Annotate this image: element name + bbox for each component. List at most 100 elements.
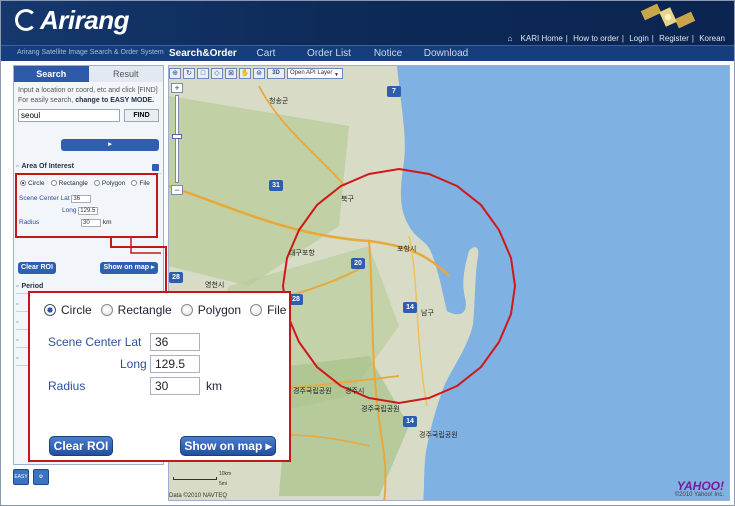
section-bullet-icon: ▫ [16, 163, 19, 170]
radio-file-label: File [267, 303, 287, 317]
scene-center-lat-label: Scene Center Lat [48, 335, 142, 349]
link-kari-home[interactable]: KARI Home [521, 34, 563, 43]
nav-tabs: Search&Order Cart Order List Notice Down… [169, 46, 477, 62]
zoom-plus-button[interactable]: + [171, 83, 183, 93]
home-icon: ⌂ [507, 34, 513, 43]
search-row: FIND [14, 106, 163, 125]
sidebar-tab-result[interactable]: Result [88, 66, 163, 82]
link-login[interactable]: Login [629, 34, 649, 43]
long-input[interactable] [150, 355, 200, 373]
search-instructions: Input a location or coord, etc and click… [14, 82, 163, 106]
find-button[interactable]: FIND [124, 109, 159, 122]
section-bullet-icon: ▫ [16, 283, 19, 290]
pan-hand-icon[interactable]: ✋ [239, 68, 251, 79]
radio-icon [100, 304, 113, 316]
tab-order-list[interactable]: Order List [297, 46, 361, 62]
small-clear-roi-button[interactable]: Clear ROI [18, 262, 56, 274]
route-shield: 31 [269, 180, 283, 191]
map-label: 대구포항 [289, 250, 315, 257]
map-label: 포항시 [397, 246, 417, 253]
map-credit: Data ©2010 NAVTEQ [169, 493, 228, 499]
show-on-map-button[interactable]: Show on map ▸ [180, 436, 276, 456]
small-show-on-map-label: Show on map [103, 264, 150, 271]
tab-download[interactable]: Download [415, 46, 477, 62]
arirang-logo[interactable]: Arirang [15, 5, 129, 36]
radio-circle-label: Circle [61, 303, 92, 317]
collapse-icon[interactable] [152, 164, 159, 171]
zoomed-roi-panel: Circle Rectangle Polygon File Scene Cent… [28, 291, 291, 462]
search-with-options-button[interactable]: ▸ [61, 139, 159, 151]
satellite-icon [640, 3, 696, 29]
section-bullet-icon: ▫ [16, 355, 19, 362]
radio-file[interactable]: File [250, 303, 286, 317]
measure-tool-icon[interactable]: ⊠ [225, 68, 237, 79]
long-label: Long [120, 357, 147, 371]
3d-button[interactable]: 3D [267, 68, 285, 79]
tools-icon[interactable]: ⚙ [33, 469, 49, 485]
lat-input[interactable] [150, 333, 200, 351]
map-label: 남구 [421, 310, 434, 317]
top-links: ⌂ KARI Home | How to order | Login | Regist… [507, 34, 725, 43]
tab-search-order[interactable]: Search&Order [169, 46, 237, 62]
instruction-line-1: Input a location or coord, etc and click… [18, 87, 158, 94]
app-window: Arirang ⌂ KARI Home | How to order | Login… [0, 0, 735, 506]
link-how-to-order[interactable]: How to order [573, 34, 619, 43]
layer-select[interactable]: Open API Layer ▼ [287, 68, 343, 79]
roi-shape-options: Circle Rectangle Polygon File [44, 303, 286, 317]
system-title: Arirang Satellite Image Search & Order S… [17, 49, 164, 56]
map-toolbar: ⊕ ↻ □ ◇ ⊠ ✋ ⊛ 3D Open API Layer ▼ [169, 68, 343, 79]
route-shield: 28 [169, 272, 183, 283]
area-of-interest-label: Area Of Interest [21, 163, 75, 170]
period-label: Period [21, 283, 44, 290]
route-shield: 7 [387, 86, 401, 97]
map-scale: 10km 5mi [173, 471, 231, 487]
map-label: 경주국립공원 [361, 406, 400, 413]
location-search-input[interactable] [18, 109, 120, 122]
radio-icon [180, 304, 193, 316]
callout-highlight-frame [15, 173, 158, 238]
radius-unit: km [206, 379, 222, 393]
zoom-knob[interactable] [172, 134, 182, 139]
route-shield: 14 [403, 416, 417, 427]
radio-rectangle[interactable]: Rectangle [100, 303, 172, 317]
map-label: 청송군 [269, 98, 289, 105]
rotate-tool-icon[interactable]: ↻ [183, 68, 195, 79]
radio-rectangle-label: Rectangle [117, 303, 172, 317]
radio-polygon-label: Polygon [197, 303, 242, 317]
scale-mi: 5mi [219, 481, 228, 487]
link-korean[interactable]: Korean [699, 34, 725, 43]
logo-text: Arirang [40, 5, 129, 35]
clear-roi-button[interactable]: Clear ROI [49, 436, 113, 456]
small-show-on-map-button[interactable]: Show on map ▸ [100, 262, 158, 274]
radius-label: Radius [48, 379, 86, 393]
easy-mode-link[interactable]: change to EASY MODE. [75, 97, 154, 104]
zoom-minus-button[interactable]: − [171, 185, 183, 195]
tab-cart[interactable]: Cart [235, 46, 297, 62]
radio-selected-icon [44, 304, 56, 316]
zoom-in-tool-icon[interactable]: ⊕ [169, 68, 181, 79]
scale-bar [173, 477, 217, 480]
radio-circle[interactable]: Circle [44, 303, 92, 317]
header: Arirang ⌂ KARI Home | How to order | Login… [1, 1, 734, 45]
easy-mode-icon[interactable]: EASY [13, 469, 29, 485]
tab-notice[interactable]: Notice [361, 46, 415, 62]
polygon-tool-icon[interactable]: ◇ [211, 68, 223, 79]
route-shield: 14 [403, 302, 417, 313]
rectangle-tool-icon[interactable]: □ [197, 68, 209, 79]
sidebar-tab-search[interactable]: Search [14, 66, 89, 82]
map-label: 영천시 [205, 282, 225, 289]
zoom-track[interactable] [172, 95, 182, 183]
link-register[interactable]: Register [659, 34, 689, 43]
map-label: 북구 [341, 196, 354, 203]
section-bullet-icon: ▫ [16, 301, 19, 308]
section-bullet-icon: ▫ [16, 319, 19, 326]
yahoo-copyright: ©2010 Yahoo! Inc. [674, 492, 724, 498]
globe-icon[interactable]: ⊛ [253, 68, 265, 79]
radius-input[interactable] [150, 377, 200, 395]
map-label: 경주국립공원 [419, 432, 458, 439]
zoom-slider[interactable]: + − [171, 83, 183, 195]
section-bullet-icon: ▫ [16, 337, 19, 344]
instruction-line-2: For easily search, [18, 97, 74, 104]
radio-polygon[interactable]: Polygon [180, 303, 242, 317]
logo-swirl-icon [15, 9, 37, 31]
